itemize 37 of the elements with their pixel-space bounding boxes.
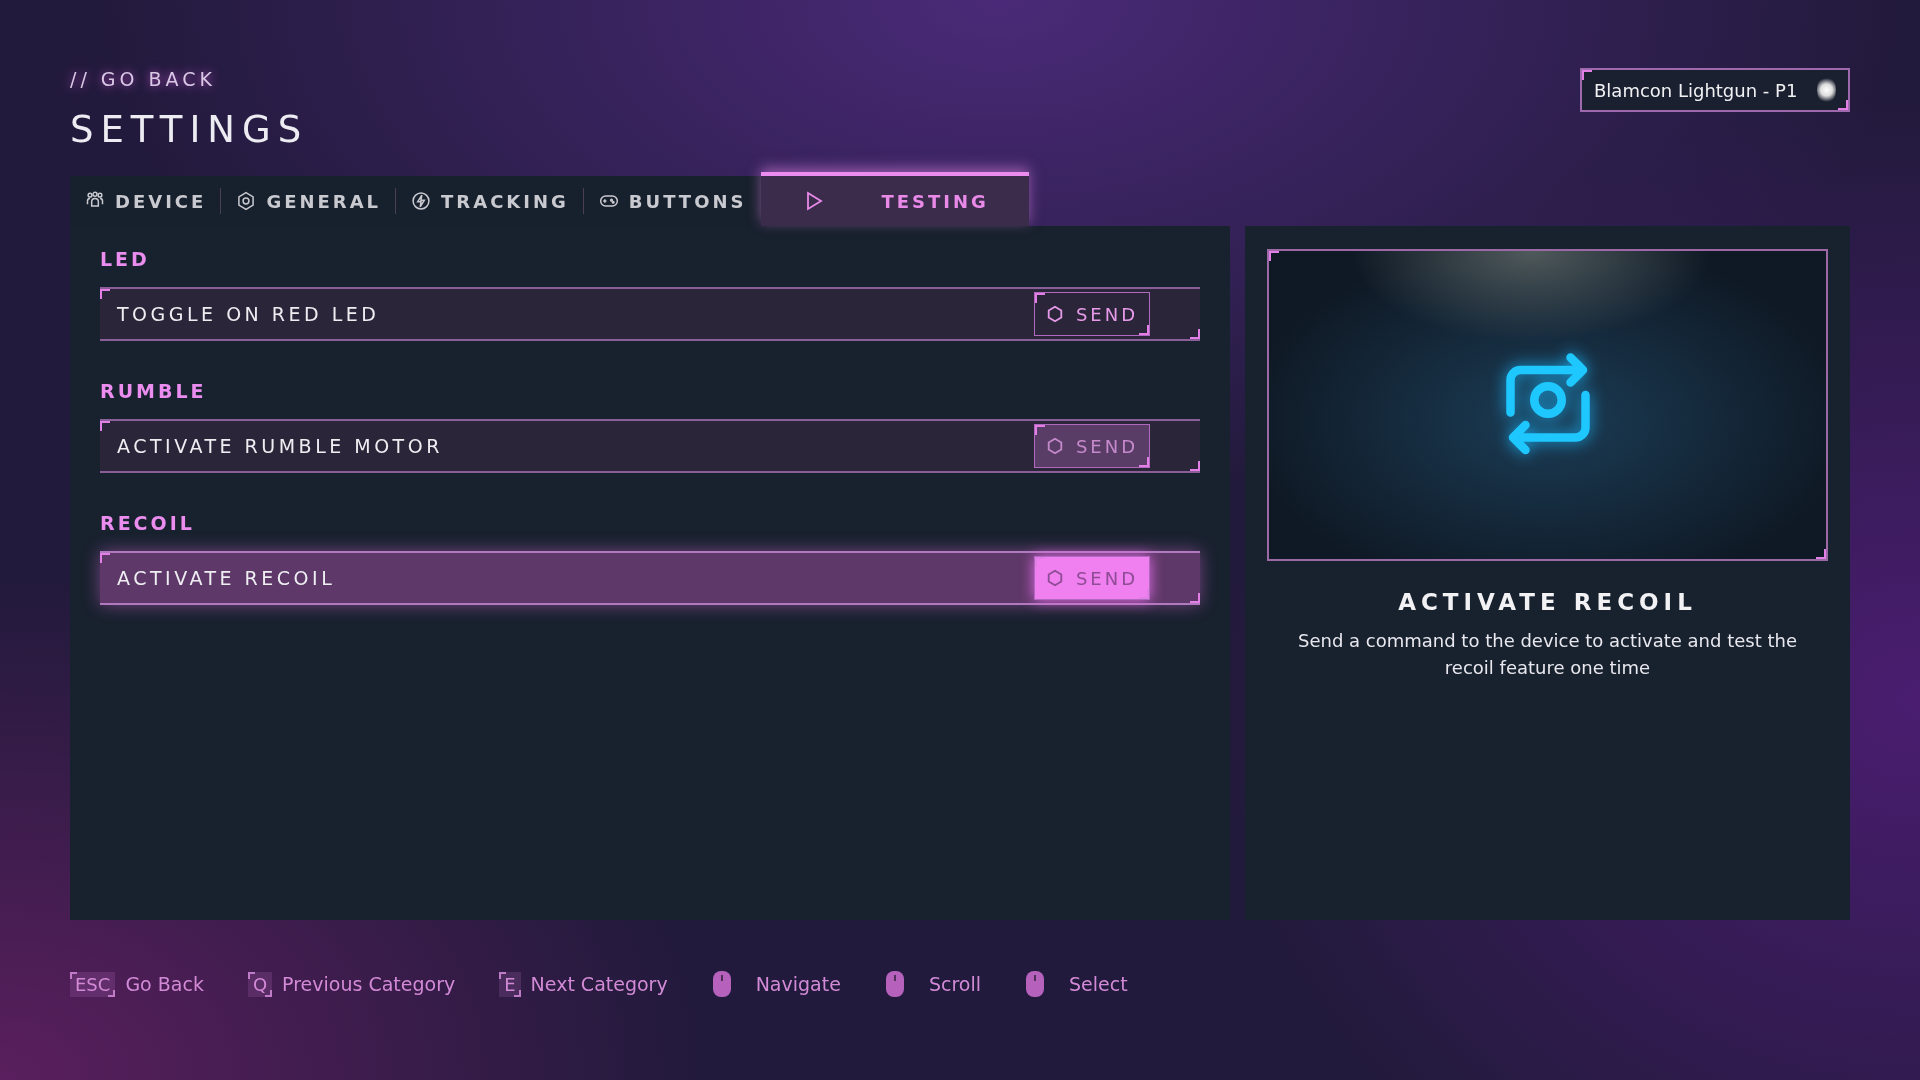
- go-back-link[interactable]: // GO BACK: [70, 68, 309, 90]
- section-heading: RECOIL: [100, 512, 196, 534]
- hint-label: Go Back: [125, 973, 204, 995]
- hexagon-icon: [1045, 437, 1064, 455]
- key-cap: Q: [247, 971, 273, 997]
- tab[interactable]: GENERAL: [221, 176, 397, 226]
- lightning-icon: [411, 191, 432, 211]
- hint-label: Previous Category: [282, 973, 456, 995]
- hexagon-icon: [1045, 305, 1064, 323]
- tab[interactable]: TESTING: [761, 172, 1029, 226]
- hint-label: Select: [1069, 973, 1128, 995]
- device-selector[interactable]: Blamcon Lightgun - P1: [1580, 68, 1850, 112]
- status-light-icon: [1817, 76, 1836, 104]
- hint-label: Next Category: [530, 973, 668, 995]
- key-cap: ESC: [70, 971, 116, 997]
- page-title: SETTINGS: [70, 108, 309, 151]
- hexagon-icon: [1045, 569, 1064, 587]
- section-heading: LED: [100, 248, 151, 270]
- mouse-icon: [1025, 970, 1045, 998]
- corner-mark: [1816, 549, 1826, 559]
- tab[interactable]: BUTTONS: [583, 176, 762, 226]
- hint-label: Scroll: [928, 973, 981, 995]
- send-button[interactable]: SEND: [1034, 292, 1150, 336]
- tab[interactable]: DEVICE: [70, 176, 222, 226]
- action-row[interactable]: TOGGLE ON RED LED SEND: [100, 287, 1200, 341]
- section-heading: RUMBLE: [100, 380, 208, 402]
- mouse-icon: [711, 970, 732, 998]
- action-row[interactable]: ACTIVATE RECOIL SEND: [100, 551, 1200, 605]
- preview-description: Send a command to the device to activate and test the recoil feature one time: [1297, 629, 1798, 680]
- action-row[interactable]: ACTIVATE RUMBLE MOTOR SEND: [100, 419, 1200, 473]
- corner-mark: [1269, 251, 1279, 261]
- tab[interactable]: TRACKING: [396, 176, 584, 226]
- hint-label: Navigate: [755, 973, 841, 995]
- mouse-icon: [884, 970, 905, 998]
- preview-title: ACTIVATE RECOIL: [1398, 589, 1697, 615]
- key-cap: E: [499, 971, 521, 997]
- hexagon-icon: [236, 191, 257, 211]
